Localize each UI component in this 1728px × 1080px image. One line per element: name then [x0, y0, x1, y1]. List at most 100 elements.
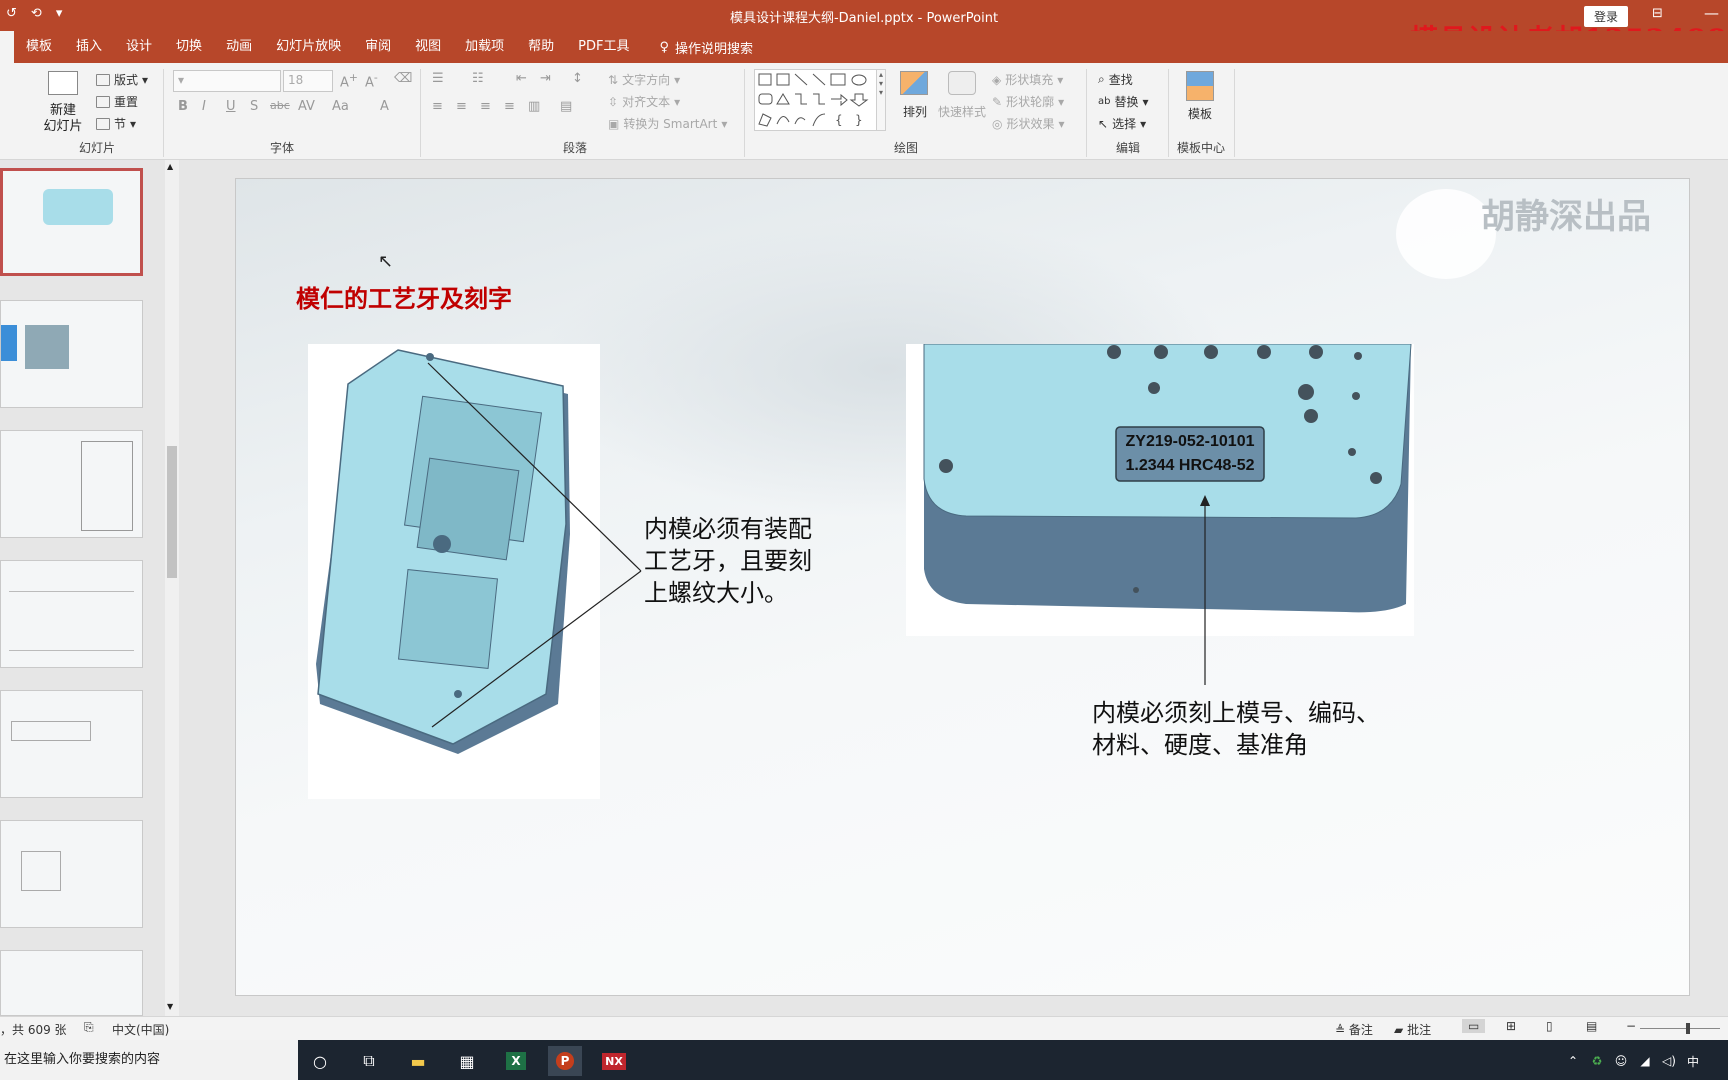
tab-5[interactable]: 幻灯片放映 — [264, 31, 353, 63]
increase-indent-icon[interactable]: ⇥ — [540, 71, 551, 86]
arrange-button[interactable]: 排列 — [903, 103, 927, 120]
shadow-icon[interactable]: S — [250, 99, 258, 114]
task-view-icon[interactable]: ⧉ — [352, 1046, 386, 1076]
tab-3[interactable]: 切换 — [164, 31, 214, 63]
tab-4[interactable]: 动画 — [214, 31, 264, 63]
text-direction-button[interactable]: ⇅ 文字方向 ▾ — [608, 71, 680, 88]
layout-button[interactable]: 版式 ▾ — [96, 71, 148, 88]
note-right[interactable]: 内模必须刻上模号、编码、 材料、硬度、基准角 — [1092, 697, 1380, 761]
smartart-button[interactable]: ▣ 转换为 SmartArt ▾ — [608, 115, 727, 132]
slide[interactable]: 胡静深出品 模仁的工艺牙及刻字 ZY219-052-10101 1.2344 H… — [235, 178, 1690, 996]
slide-thumbnail[interactable] — [0, 950, 143, 1016]
file-explorer-icon[interactable]: ▬ — [401, 1046, 435, 1076]
font-size-combo[interactable]: 18 — [283, 70, 333, 92]
thumbnail-scrollbar[interactable]: ▲ ▼ — [165, 160, 179, 1016]
note-left[interactable]: 内模必须有装配 工艺牙，且要刻 上螺纹大小。 — [644, 513, 812, 609]
lightbulb-icon: ♀ — [659, 39, 670, 55]
justify-icon[interactable]: ≡ — [504, 99, 515, 114]
tab-7[interactable]: 视图 — [403, 31, 453, 63]
scroll-thumb[interactable] — [167, 446, 177, 578]
language-indicator[interactable]: 中文(中国) — [112, 1021, 169, 1038]
slide-title[interactable]: 模仁的工艺牙及刻字 — [296, 279, 512, 314]
font-color-icon[interactable]: A — [380, 99, 389, 114]
grow-font-icon[interactable]: A+ — [340, 71, 358, 90]
shapes-scroll[interactable]: ▴ ▾ ▾ — [876, 69, 886, 131]
tab-8[interactable]: 加载项 — [453, 31, 516, 63]
tab-10[interactable]: PDF工具 — [566, 31, 641, 63]
tell-me-search[interactable]: ♀ 操作说明搜索 — [641, 38, 753, 57]
notes-button[interactable]: ≜ 备注 — [1335, 1021, 1373, 1038]
taskbar-search-input[interactable]: 在这里输入你要搜索的内容 — [0, 1040, 298, 1080]
scroll-down-icon[interactable]: ▼ — [167, 1002, 173, 1011]
quick-styles-button[interactable]: 快速样式 — [938, 103, 986, 120]
engraved-insert-image[interactable]: ZY219-052-10101 1.2344 HRC48-52 — [906, 343, 1414, 636]
slide-thumbnail[interactable] — [0, 690, 143, 798]
shape-outline-button[interactable]: ✎ 形状轮廓 ▾ — [992, 93, 1064, 110]
align-right-icon[interactable]: ≡ — [480, 99, 491, 114]
clear-format-icon[interactable]: ⌫ — [394, 71, 412, 86]
strikethrough-icon[interactable]: abc — [270, 99, 290, 112]
slide-sorter-icon[interactable]: ⊞ — [1506, 1019, 1516, 1033]
tab-2[interactable]: 设计 — [114, 31, 164, 63]
zoom-out-icon[interactable]: − — [1626, 1019, 1636, 1033]
section-icon — [96, 117, 110, 130]
reading-view-icon[interactable]: ▯ — [1546, 1019, 1553, 1033]
slide-thumbnail[interactable] — [0, 168, 143, 276]
excel-icon[interactable]: X — [499, 1046, 533, 1076]
comments-button[interactable]: ▰ 批注 — [1394, 1021, 1431, 1038]
numbering-icon[interactable]: ☷ — [472, 71, 484, 86]
distributed-icon[interactable]: ▥ — [528, 99, 540, 114]
tab-home[interactable] — [0, 31, 14, 63]
tab-6[interactable]: 审阅 — [353, 31, 403, 63]
replace-button[interactable]: ab 替换 ▾ — [1098, 93, 1149, 110]
shape-effects-button[interactable]: ◎ 形状效果 ▾ — [992, 115, 1065, 132]
taskbar: 在这里输入你要搜索的内容 ○ ⧉ ▬ ▦ X P NX ⌃ ♻ ☺ ◢ ◁) 中 — [0, 1040, 1728, 1080]
decrease-indent-icon[interactable]: ⇤ — [516, 71, 527, 86]
font-name-combo[interactable]: ▾ — [173, 70, 281, 92]
new-slide-icon[interactable] — [48, 71, 78, 95]
change-case-icon[interactable]: Aa — [332, 99, 349, 114]
template-button[interactable]: 模板 — [1188, 105, 1212, 122]
slide-thumbnail[interactable] — [0, 300, 143, 408]
select-button[interactable]: ↖ 选择 ▾ — [1098, 115, 1146, 132]
underline-icon[interactable]: U — [226, 99, 236, 114]
nx-icon[interactable]: NX — [597, 1046, 631, 1076]
zoom-slider[interactable] — [1640, 1023, 1720, 1034]
line-spacing-icon[interactable]: ↕ — [572, 71, 583, 86]
mold-insert-image[interactable] — [308, 344, 600, 799]
spellcheck-icon[interactable]: ⎘ — [84, 1020, 94, 1035]
bold-icon[interactable]: B — [178, 99, 188, 114]
reset-button[interactable]: 重置 — [96, 93, 138, 110]
tab-1[interactable]: 插入 — [64, 31, 114, 63]
template-icon[interactable] — [1186, 71, 1214, 101]
shape-fill-button[interactable]: ◈ 形状填充 ▾ — [992, 71, 1063, 88]
tab-0[interactable]: 模板 — [14, 31, 64, 63]
scroll-up-icon[interactable]: ▲ — [167, 162, 173, 171]
calculator-icon[interactable]: ▦ — [450, 1046, 484, 1076]
arrange-icon[interactable] — [900, 71, 928, 95]
quick-styles-icon[interactable] — [948, 71, 976, 95]
shapes-gallery[interactable]: {} — [754, 69, 884, 131]
new-slide-button[interactable]: 新建 幻灯片 — [38, 103, 88, 135]
section-button[interactable]: 节 ▾ — [96, 115, 136, 132]
find-button[interactable]: ⌕ 查找 — [1098, 71, 1133, 88]
slide-thumbnail[interactable] — [0, 430, 143, 538]
columns-icon[interactable]: ▤ — [560, 99, 572, 114]
slide-thumbnail-pane[interactable] — [0, 160, 168, 1016]
align-center-icon[interactable]: ≡ — [456, 99, 467, 114]
shrink-font-icon[interactable]: A- — [365, 71, 378, 90]
tab-9[interactable]: 帮助 — [516, 31, 566, 63]
char-spacing-icon[interactable]: AV — [298, 99, 315, 114]
bullets-icon[interactable]: ☰ — [432, 71, 444, 86]
normal-view-icon[interactable]: ▭ — [1462, 1019, 1486, 1033]
ime-indicator[interactable]: 中 — [1676, 1046, 1710, 1076]
align-left-icon[interactable]: ≡ — [432, 99, 443, 114]
slide-thumbnail[interactable] — [0, 820, 143, 928]
powerpoint-icon[interactable]: P — [548, 1046, 582, 1076]
slideshow-icon[interactable]: ▤ — [1586, 1019, 1597, 1033]
italic-icon[interactable]: I — [202, 99, 206, 114]
zoom-slider-thumb[interactable] — [1686, 1023, 1690, 1034]
align-text-button[interactable]: ⇳ 对齐文本 ▾ — [608, 93, 680, 110]
slide-thumbnail[interactable] — [0, 560, 143, 668]
cortana-icon[interactable]: ○ — [303, 1046, 337, 1076]
